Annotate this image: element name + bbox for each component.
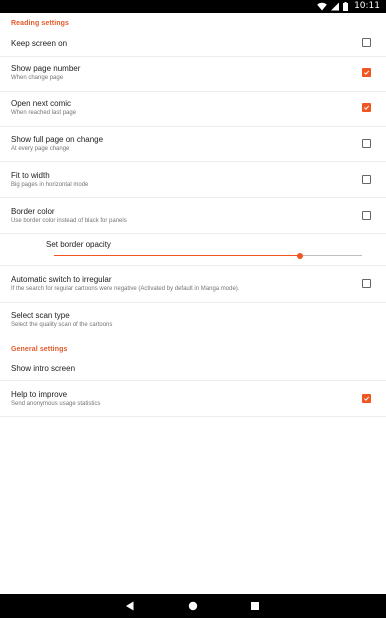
open-next-comic-checkbox[interactable] — [362, 103, 371, 112]
battery-icon — [343, 2, 349, 11]
home-icon[interactable] — [188, 601, 198, 611]
pref-keep-screen-on[interactable]: Keep screen on — [0, 30, 386, 57]
check-icon — [364, 70, 370, 75]
show-full-page-checkbox[interactable] — [362, 139, 371, 148]
pref-show-intro[interactable]: Show intro screen — [0, 355, 386, 381]
pref-help-improve[interactable]: Help to improve Send anonymous usage sta… — [0, 381, 386, 417]
pref-summary: When reached last page — [11, 110, 77, 116]
slider-thumb[interactable] — [297, 252, 304, 259]
help-improve-checkbox[interactable] — [362, 394, 371, 403]
pref-border-opacity: Set border opacity — [0, 234, 386, 266]
border-opacity-slider[interactable] — [54, 252, 362, 259]
section-header-general: General settings — [11, 346, 68, 353]
pref-auto-irregular[interactable]: Automatic switch to irregular If the sea… — [0, 266, 386, 303]
pref-title: Select scan type — [11, 311, 70, 320]
pref-title: Show full page on change — [11, 135, 104, 144]
pref-title: Help to improve — [11, 390, 68, 399]
back-icon[interactable] — [125, 601, 135, 611]
pref-show-page-number[interactable]: Show page number When change page — [0, 57, 386, 92]
recents-icon[interactable] — [250, 601, 260, 611]
pref-summary: At every page change — [11, 146, 70, 152]
pref-summary: If the search for regular cartoons were … — [11, 286, 240, 292]
section-header-reading: Reading settings — [11, 20, 69, 27]
check-icon — [364, 396, 370, 401]
show-page-number-checkbox[interactable] — [362, 68, 371, 77]
status-time: 10:11 — [354, 1, 380, 11]
status-bar: 10:11 — [0, 0, 386, 13]
pref-title: Keep screen on — [11, 39, 68, 48]
auto-irregular-checkbox[interactable] — [362, 279, 371, 288]
pref-summary: Send anonymous usage statistics — [11, 401, 101, 407]
pref-title: Open next comic — [11, 99, 72, 108]
wifi-icon — [317, 2, 327, 11]
pref-scan-type[interactable]: Select scan type Select the quality scan… — [0, 303, 386, 338]
pref-show-full-page[interactable]: Show full page on change At every page c… — [0, 127, 386, 162]
pref-summary: Use border color instead of black for pa… — [11, 218, 127, 224]
pref-title: Show intro screen — [11, 364, 76, 373]
slider-title: Set border opacity — [46, 240, 111, 249]
pref-title: Fit to width — [11, 171, 50, 180]
pref-title: Border color — [11, 207, 55, 216]
pref-fit-to-width[interactable]: Fit to width Big pages in horizontal mod… — [0, 162, 386, 198]
pref-open-next-comic[interactable]: Open next comic When reached last page — [0, 92, 386, 127]
pref-summary: Select the quality scan of the cartoons — [11, 322, 113, 328]
keep-screen-on-checkbox[interactable] — [362, 38, 371, 47]
pref-summary: Big pages in horizontal mode — [11, 182, 89, 188]
border-color-checkbox[interactable] — [362, 211, 371, 220]
pref-title: Show page number — [11, 64, 81, 73]
slider-fill — [54, 255, 301, 257]
pref-title: Automatic switch to irregular — [11, 275, 112, 284]
check-icon — [364, 105, 370, 110]
pref-border-color[interactable]: Border color Use border color instead of… — [0, 198, 386, 234]
signal-icon — [331, 2, 340, 11]
pref-summary: When change page — [11, 75, 64, 81]
navigation-bar — [0, 594, 386, 618]
fit-to-width-checkbox[interactable] — [362, 175, 371, 184]
